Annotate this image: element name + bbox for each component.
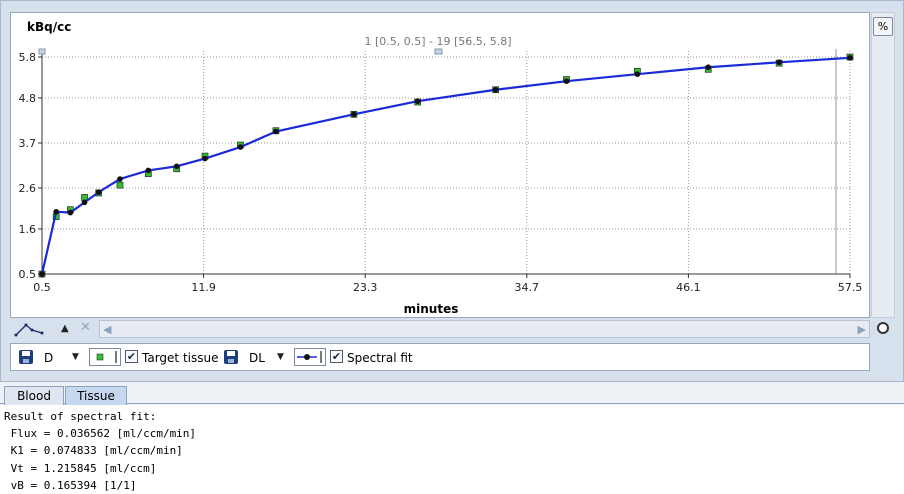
result-line-vt: Vt = 1.215845 [ml/ccm] [4, 461, 157, 475]
result-text-area[interactable]: Result of spectral fit: Flux = 0.036562 … [0, 405, 904, 494]
scroll-left-icon[interactable]: ◀ [103, 323, 111, 336]
x-tick-label: 57.5 [838, 281, 863, 294]
target-tissue-checkbox[interactable]: ✔ [125, 350, 138, 363]
line-marker-icon [297, 351, 322, 363]
grid-lines [42, 51, 851, 274]
y-axis-title: kBq/cc [27, 20, 71, 34]
x-tick-label: 34.7 [515, 281, 540, 294]
fit-point [351, 111, 357, 118]
fit-point [53, 208, 59, 215]
legend-target-label: Target tissue [142, 351, 219, 365]
tab-tissue[interactable]: Tissue [65, 386, 127, 405]
close-icon[interactable]: ✕ [80, 320, 91, 335]
save-icon[interactable] [19, 350, 33, 364]
x-tick-label: 11.9 [191, 281, 216, 294]
curve-chart[interactable]: 0.5 11.9 23.3 34.7 46.1 57.5 0.5 1.6 2.6 3.7 4.8 5.… [11, 13, 871, 319]
spectral-fit-checkbox[interactable]: ✔ [330, 350, 343, 363]
horizontal-scrollbar[interactable]: ◀ ▶ [99, 320, 870, 338]
scroll-right-icon[interactable]: ▶ [858, 323, 866, 336]
series [38, 53, 854, 278]
axes [38, 48, 851, 278]
range-handle-left [38, 48, 46, 55]
y-tick-label: 0.5 [19, 268, 37, 281]
range-handle-mid [434, 48, 443, 55]
fit-point [563, 78, 570, 84]
line-tool-icon[interactable] [14, 321, 44, 337]
range-label: 1 [0.5, 0.5] - 19 [56.5, 5.8] [364, 35, 511, 48]
y-tick-label: 3.7 [19, 137, 37, 150]
fit-point [39, 271, 45, 277]
triangle-up-icon[interactable]: ▲ [61, 323, 69, 334]
fit-point [117, 176, 123, 182]
percent-button[interactable]: % [873, 17, 893, 36]
save-icon[interactable] [224, 350, 238, 364]
fit-point [145, 167, 152, 174]
legend-dl-label: DL [249, 351, 265, 365]
result-title: Result of spectral fit: [4, 410, 157, 423]
chevron-down-icon[interactable]: ▼ [72, 352, 79, 362]
result-line-vb: vB = 0.165394 [1/1] [4, 478, 137, 492]
square-marker-icon [96, 351, 117, 363]
ring-icon[interactable] [877, 322, 889, 334]
tab-bar: Blood Tissue [0, 384, 904, 405]
x-tick-label: 46.1 [676, 281, 701, 294]
y-tick-label: 1.6 [19, 223, 37, 236]
fit-point [847, 55, 853, 61]
fit-symbol-selector[interactable] [294, 348, 326, 366]
side-toolbar [871, 12, 895, 318]
chevron-down-icon[interactable]: ▼ [277, 352, 284, 362]
fit-point [634, 71, 641, 77]
fit-point [237, 144, 244, 150]
fit-point [273, 128, 279, 135]
fit-point [414, 98, 421, 105]
fit-point [776, 59, 782, 66]
y-tick-label: 2.6 [19, 182, 37, 195]
fit-point [705, 64, 712, 71]
fit-line [40, 56, 851, 275]
x-tick-label: 0.5 [33, 281, 51, 294]
result-line-flux: Flux = 0.036562 [ml/ccm/min] [4, 427, 197, 441]
fit-point [81, 199, 88, 206]
legend-bar: D ▼ ✔ Target tissue DL ▼ ✔ Spectral fit [10, 343, 870, 371]
tab-blood[interactable]: Blood [4, 386, 64, 405]
fit-point [202, 155, 208, 162]
fit-point [67, 209, 74, 216]
y-tick-label: 5.8 [19, 51, 37, 64]
fit-point [95, 189, 102, 195]
scroll-row: ▲ ✕ ◀ ▶ [10, 319, 870, 339]
fit-point [173, 163, 180, 170]
plot-panel[interactable]: 0.5 11.9 23.3 34.7 46.1 57.5 0.5 1.6 2.6 3.7 4.8 5.… [10, 12, 870, 318]
target-point [116, 181, 124, 189]
legend-fit-label: Spectral fit [347, 351, 413, 365]
x-tick-label: 23.3 [353, 281, 378, 294]
fit-point [492, 86, 499, 93]
result-line-k1: K1 = 0.074833 [ml/ccm/min] [4, 444, 183, 458]
y-tick-label: 4.8 [19, 92, 37, 105]
legend-d-label: D [44, 351, 54, 365]
target-symbol-selector[interactable] [89, 348, 121, 366]
x-axis-title: minutes [404, 302, 459, 316]
